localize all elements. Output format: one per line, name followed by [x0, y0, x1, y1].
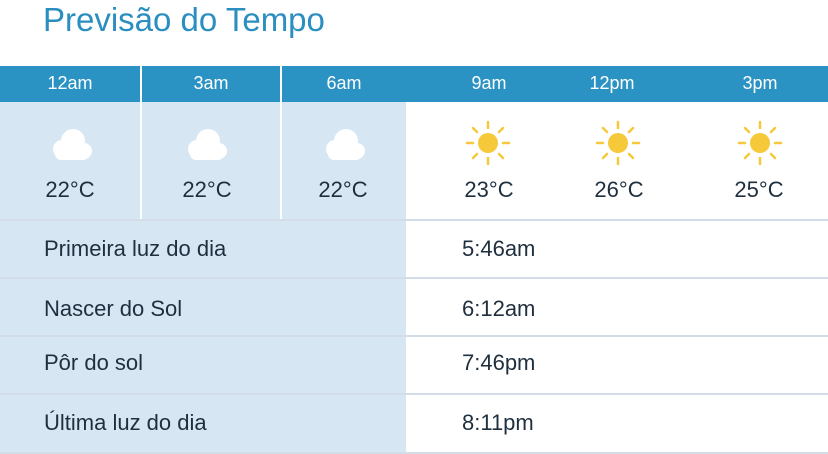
sunrise-label: Nascer do Sol	[44, 296, 183, 321]
temperature-6am: 22°C	[318, 177, 368, 202]
time-label-6am: 6am	[326, 73, 362, 93]
cloud-icon	[53, 129, 92, 160]
time-label-9am: 9am	[471, 73, 507, 93]
first-light-label: Primeira luz do dia	[44, 236, 227, 261]
last-light-value: 8:11pm	[462, 410, 534, 435]
row-divider	[0, 219, 828, 221]
first-light-value: 5:46am	[462, 236, 536, 261]
temperature-12pm: 26°C	[594, 177, 644, 202]
forecast-header: 12am 3am 6am 9am 12pm 3pm	[0, 66, 828, 102]
page-title: Previsão do Tempo	[43, 1, 325, 38]
cloud-icon	[188, 129, 227, 160]
temperature-9am: 23°C	[464, 177, 514, 202]
temperature-3am: 22°C	[182, 177, 232, 202]
row-divider	[0, 335, 828, 337]
sunrise-value: 6:12am	[462, 296, 536, 321]
temperature-3pm: 25°C	[734, 177, 784, 202]
row-divider	[0, 277, 828, 279]
temperature-12am: 22°C	[45, 177, 95, 202]
time-label-3pm: 3pm	[742, 73, 778, 93]
sun-icon	[465, 120, 511, 166]
time-label-3am: 3am	[193, 73, 229, 93]
sun-icon	[595, 120, 641, 166]
row-divider	[0, 393, 828, 395]
time-label-12am: 12am	[47, 73, 93, 93]
time-label-12pm: 12pm	[589, 73, 635, 93]
last-light-label: Última luz do dia	[44, 410, 207, 435]
sun-icon	[737, 120, 783, 166]
sunset-value: 7:46pm	[462, 350, 536, 375]
cloud-icon	[326, 129, 365, 160]
sunset-label: Pôr do sol	[44, 350, 144, 375]
